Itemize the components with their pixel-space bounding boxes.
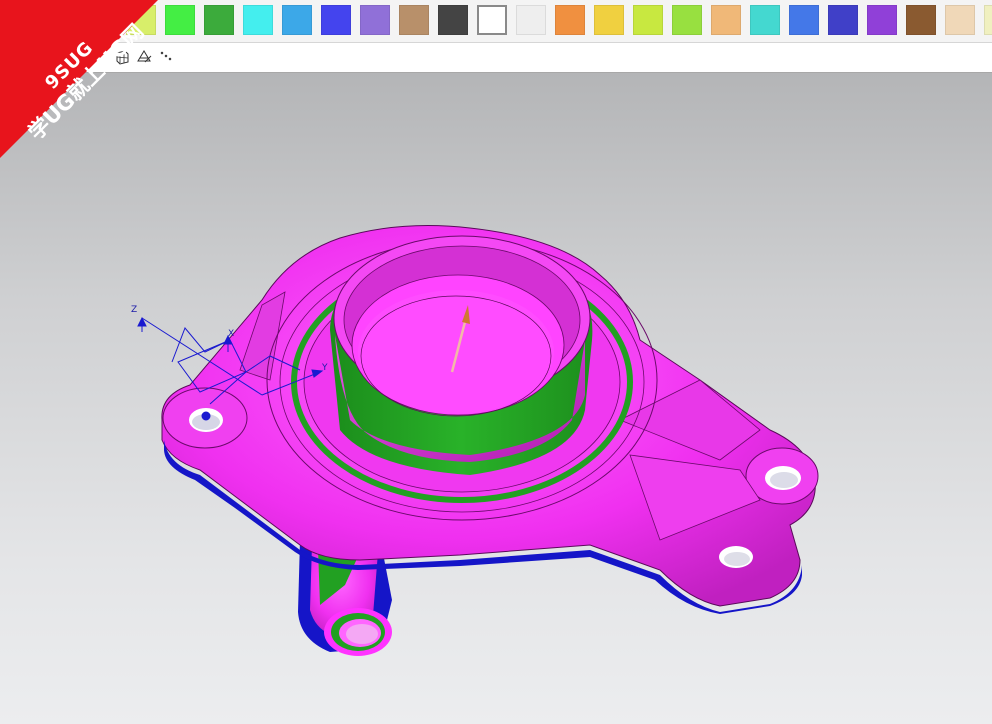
graphics-viewport[interactable]: Z X Y xyxy=(0,73,992,724)
color-swatch-tan[interactable] xyxy=(399,5,429,35)
axis-x-label: X xyxy=(228,329,235,339)
color-swatch-light-green[interactable] xyxy=(672,5,702,35)
color-swatch-cream[interactable] xyxy=(984,5,992,35)
color-swatch-indigo[interactable] xyxy=(828,5,858,35)
color-swatch-lavender[interactable] xyxy=(360,5,390,35)
color-swatch-blue[interactable] xyxy=(321,5,351,35)
color-swatch-turquoise[interactable] xyxy=(750,5,780,35)
color-swatch-sky-blue[interactable] xyxy=(282,5,312,35)
watermark-ribbon: 9SUG 学UG就上UG网 xyxy=(0,0,160,160)
color-swatch-gold[interactable] xyxy=(594,5,624,35)
color-swatch-wheat[interactable] xyxy=(945,5,975,35)
color-swatch-cyan[interactable] xyxy=(243,5,273,35)
axis-y-label: Y xyxy=(322,363,328,373)
color-swatch-lime[interactable] xyxy=(633,5,663,35)
color-swatch-dark-green[interactable] xyxy=(204,5,234,35)
color-swatch-green[interactable] xyxy=(165,5,195,35)
point-snap-icon[interactable] xyxy=(158,49,174,65)
color-swatch-peach[interactable] xyxy=(711,5,741,35)
color-swatch-white[interactable] xyxy=(477,5,507,35)
axis-z-label: Z xyxy=(131,305,138,315)
color-swatch-royal-blue[interactable] xyxy=(789,5,819,35)
color-swatch-purple[interactable] xyxy=(867,5,897,35)
color-swatch-dark-gray[interactable] xyxy=(438,5,468,35)
part-model[interactable] xyxy=(0,73,992,724)
color-swatch-light-gray[interactable] xyxy=(516,5,546,35)
color-swatch-brown[interactable] xyxy=(906,5,936,35)
color-swatch-orange[interactable] xyxy=(555,5,585,35)
